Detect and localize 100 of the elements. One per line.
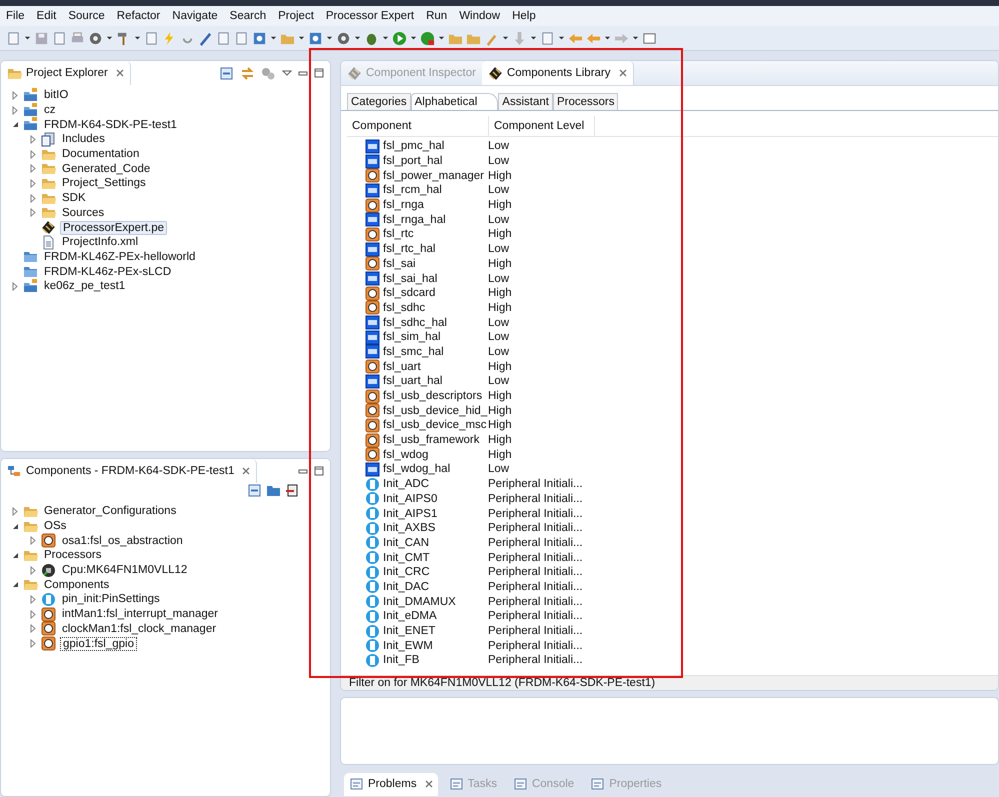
collapsed-arrow-icon[interactable] bbox=[28, 536, 38, 546]
collapse-icon[interactable] bbox=[219, 66, 234, 80]
menu-item[interactable]: Edit bbox=[36, 10, 56, 22]
component-name[interactable]: fsl_usb_device_hid_ bbox=[383, 404, 488, 417]
component-name[interactable]: Init_AIPS1 bbox=[383, 508, 438, 520]
component-name[interactable]: fsl_sdhc bbox=[383, 302, 426, 314]
page-icon[interactable] bbox=[216, 30, 231, 46]
component-name[interactable]: fsl_sai bbox=[383, 258, 416, 270]
component-name[interactable]: fsl_usb_device_msc bbox=[383, 419, 487, 432]
view-menu-icon[interactable] bbox=[282, 68, 292, 78]
gear-icon[interactable] bbox=[336, 30, 351, 46]
component-name[interactable]: fsl_rcm_hal bbox=[383, 184, 442, 196]
component-name[interactable]: fsl_uart_hal bbox=[383, 375, 442, 388]
component-name[interactable]: fsl_sai_hal bbox=[383, 272, 438, 285]
component-name[interactable]: fsl_usb_framework bbox=[383, 434, 480, 446]
tree-item[interactable]: Processors bbox=[42, 549, 104, 562]
menu-item[interactable]: Processor Expert bbox=[326, 10, 414, 22]
menu-item[interactable]: File bbox=[6, 10, 25, 22]
menu-item[interactable]: Search bbox=[230, 10, 266, 22]
component-name[interactable]: Init_DMAMUX bbox=[383, 596, 456, 608]
close-icon[interactable] bbox=[424, 780, 433, 788]
component-name[interactable]: fsl_rtc bbox=[383, 228, 414, 240]
component-name[interactable]: fsl_rnga_hal bbox=[383, 214, 446, 226]
column-header[interactable]: Component Level bbox=[489, 116, 595, 136]
tab[interactable]: Alphabetical bbox=[410, 93, 498, 110]
tree-item[interactable]: Sources bbox=[60, 206, 106, 219]
component-name[interactable]: Init_CRC bbox=[383, 566, 430, 578]
run-icon[interactable] bbox=[420, 30, 435, 46]
tab[interactable]: Categories bbox=[347, 93, 411, 110]
printer-icon[interactable] bbox=[70, 30, 85, 46]
menu-item[interactable]: Source bbox=[68, 10, 105, 22]
menu-item[interactable]: Window bbox=[459, 10, 500, 22]
gears-icon[interactable] bbox=[261, 66, 276, 80]
component-name[interactable]: Init_FB bbox=[383, 654, 420, 666]
component-name[interactable]: fsl_sdhc_hal bbox=[383, 316, 447, 329]
tree-item[interactable]: Generator_Configurations bbox=[42, 505, 178, 518]
collapsed-arrow-icon[interactable] bbox=[28, 639, 38, 648]
play-icon[interactable] bbox=[392, 30, 407, 46]
component-name[interactable]: Init_ENET bbox=[383, 625, 436, 638]
close-icon[interactable] bbox=[116, 69, 124, 77]
collapsed-arrow-icon[interactable] bbox=[28, 194, 38, 203]
tree-item[interactable]: bitIO bbox=[42, 89, 70, 102]
tab[interactable]: Processors bbox=[552, 93, 618, 110]
component-name[interactable]: fsl_rnga bbox=[383, 199, 424, 212]
collapsed-arrow-icon[interactable] bbox=[10, 506, 20, 516]
menu-item[interactable]: Navigate bbox=[172, 10, 218, 22]
component-name[interactable]: fsl_port_hal bbox=[383, 155, 442, 168]
tree-item[interactable]: pin_init:PinSettings bbox=[60, 593, 162, 606]
collapse-icon[interactable] bbox=[247, 483, 262, 498]
collapsed-arrow-icon[interactable] bbox=[10, 282, 20, 291]
component-name[interactable]: fsl_wdog bbox=[383, 448, 428, 461]
export-icon[interactable] bbox=[285, 483, 300, 498]
tree-item[interactable]: FRDM-K64-SDK-PE-test1 bbox=[42, 118, 179, 131]
collapsed-arrow-icon[interactable] bbox=[28, 624, 38, 634]
link-icon[interactable] bbox=[240, 66, 255, 80]
component-name[interactable]: fsl_sim_hal bbox=[383, 331, 441, 344]
tree-item[interactable]: SDK bbox=[60, 192, 88, 204]
collapsed-arrow-icon[interactable] bbox=[28, 178, 38, 188]
component-name[interactable]: fsl_wdog_hal bbox=[383, 463, 450, 476]
component-name[interactable]: fsl_power_manager bbox=[383, 170, 484, 182]
expanded-arrow-icon[interactable] bbox=[10, 550, 20, 560]
window-icon[interactable] bbox=[642, 30, 657, 46]
tree-item[interactable]: ProcessorExpert.pe bbox=[60, 220, 167, 235]
pages-icon[interactable] bbox=[52, 30, 67, 46]
tree-item[interactable]: ke06z_pe_test1 bbox=[42, 280, 128, 292]
tree-item[interactable]: intMan1:fsl_interrupt_manager bbox=[60, 608, 220, 620]
tab[interactable]: Assistant bbox=[498, 93, 553, 110]
collapsed-arrow-icon[interactable] bbox=[28, 150, 38, 159]
view-tab[interactable]: Components Library bbox=[482, 61, 634, 85]
collapsed-arrow-icon[interactable] bbox=[28, 566, 38, 575]
collapsed-arrow-icon[interactable] bbox=[28, 610, 38, 619]
tree-item[interactable]: osa1:fsl_os_abstraction bbox=[60, 534, 185, 547]
menu-item[interactable]: Project bbox=[278, 10, 314, 22]
collapsed-arrow-icon[interactable] bbox=[10, 106, 20, 115]
tree-item[interactable]: Components bbox=[42, 578, 112, 591]
maximize-icon[interactable] bbox=[314, 68, 324, 78]
tree-item[interactable]: clockMan1:fsl_clock_manager bbox=[60, 622, 218, 635]
close-icon[interactable] bbox=[242, 467, 250, 475]
tree-item[interactable]: gpio1:fsl_gpio bbox=[60, 636, 137, 651]
component-name[interactable]: fsl_rtc_hal bbox=[383, 243, 436, 256]
component-name[interactable]: Init_CMT bbox=[383, 552, 430, 564]
maximize-icon[interactable] bbox=[314, 466, 324, 476]
component-name[interactable]: Init_EWM bbox=[383, 640, 433, 652]
component-name[interactable]: Init_eDMA bbox=[383, 610, 437, 622]
tree-item[interactable]: cz bbox=[42, 104, 58, 116]
expanded-arrow-icon[interactable] bbox=[10, 120, 20, 130]
collapsed-arrow-icon[interactable] bbox=[10, 90, 20, 100]
component-name[interactable]: Init_AXBS bbox=[383, 522, 436, 534]
component-name[interactable]: fsl_uart bbox=[383, 360, 421, 373]
component-name[interactable]: Init_ADC bbox=[383, 478, 430, 490]
component-name[interactable]: fsl_usb_descriptors bbox=[383, 390, 482, 402]
tree-item[interactable]: FRDM-KL46z-PEx-sLCD bbox=[42, 266, 174, 278]
menu-item[interactable]: Help bbox=[512, 10, 536, 22]
tree-item[interactable]: FRDM-KL46Z-PEx-helloworld bbox=[42, 250, 198, 263]
tree-item[interactable]: Documentation bbox=[60, 148, 142, 160]
component-name[interactable]: fsl_pmc_hal bbox=[383, 140, 444, 152]
expanded-arrow-icon[interactable] bbox=[10, 580, 20, 590]
component-name[interactable]: Init_CAN bbox=[383, 536, 430, 549]
tree-item[interactable]: Project_Settings bbox=[60, 177, 148, 190]
column-header[interactable]: Component bbox=[347, 116, 489, 136]
